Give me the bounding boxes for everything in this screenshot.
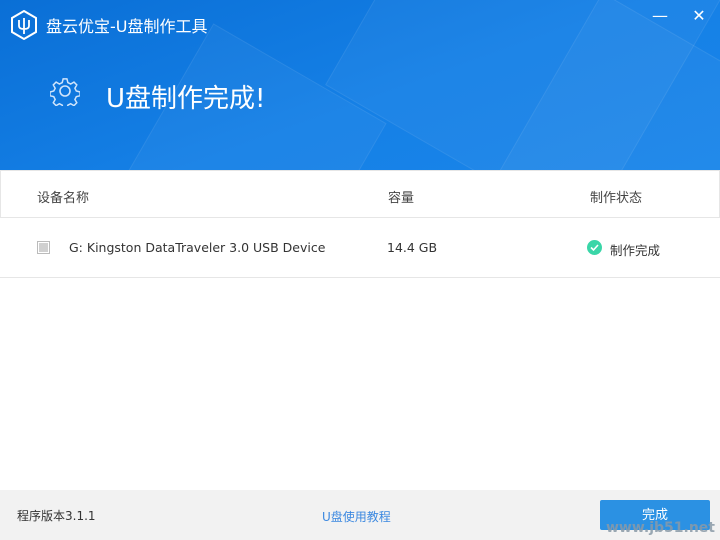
close-button[interactable]: ✕: [688, 6, 710, 28]
app-title: 盘云优宝-U盘制作工具: [46, 17, 208, 36]
app-logo-icon: [11, 10, 37, 40]
column-header-capacity: 容量: [388, 191, 415, 206]
device-checkbox[interactable]: [37, 241, 50, 254]
check-circle-icon: [587, 240, 602, 255]
device-capacity: 14.4 GB: [387, 240, 438, 255]
column-header-status: 制作状态: [590, 191, 643, 206]
table-row[interactable]: G: Kingston DataTraveler 3.0 USB Device …: [0, 218, 720, 278]
gear-icon: [50, 78, 80, 106]
tutorial-link[interactable]: U盘使用教程: [322, 508, 391, 525]
header-banner: 盘云优宝-U盘制作工具 — ✕ U盘制作完成!: [0, 0, 720, 170]
watermark: www.jb51.net: [606, 520, 715, 536]
completion-title: U盘制作完成!: [106, 84, 266, 114]
device-status: 制作完成: [610, 243, 661, 258]
device-name: G: Kingston DataTraveler 3.0 USB Device: [69, 240, 326, 255]
minimize-button[interactable]: —: [649, 6, 671, 28]
table-header: 设备名称 容量 制作状态: [0, 170, 720, 218]
column-header-name: 设备名称: [37, 191, 90, 206]
version-label: 程序版本3.1.1: [17, 509, 96, 523]
